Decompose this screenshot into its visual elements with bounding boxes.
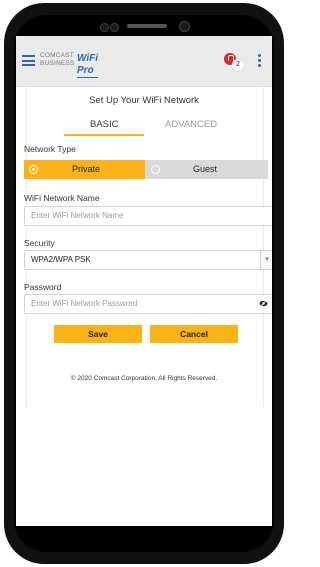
copyright-footer: © 2020 Comcast Corporation. All Rights R… xyxy=(70,375,218,382)
network-type-private-option[interactable]: Private xyxy=(24,160,145,179)
password-input[interactable]: Enter WiFi Network Password xyxy=(24,294,272,314)
tab-basic[interactable]: BASIC xyxy=(90,119,119,130)
radio-unselected-icon xyxy=(151,165,160,174)
speaker-grille xyxy=(127,24,167,28)
content-card xyxy=(26,87,264,407)
private-option-label: Private xyxy=(72,164,101,174)
app-screen: COMCAST BUSINESS WiFi Pro 2 Set Up Your … xyxy=(16,36,272,526)
chevron-down-icon[interactable]: ▾ xyxy=(260,250,272,270)
brand-business-text: BUSINESS xyxy=(40,60,75,67)
radio-selected-icon xyxy=(29,165,38,174)
wifi-name-input[interactable]: Enter WiFi Network Name xyxy=(24,206,272,226)
security-selected-value: WPA2/WPA PSK xyxy=(31,255,91,264)
app-header: COMCAST BUSINESS WiFi Pro 2 xyxy=(16,36,272,87)
camera-icon xyxy=(179,21,190,32)
page-title: Set Up Your WiFi Network xyxy=(89,95,199,106)
more-vertical-icon[interactable] xyxy=(258,54,261,69)
save-button[interactable]: Save xyxy=(54,325,142,343)
brand-comcast-text: COMCAST xyxy=(40,52,74,59)
sensor-icon xyxy=(100,23,109,32)
security-select[interactable]: WPA2/WPA PSK ▾ xyxy=(24,250,272,270)
eye-hidden-icon[interactable] xyxy=(259,300,268,307)
wifi-name-label: WiFi Network Name xyxy=(24,193,100,203)
network-type-label: Network Type xyxy=(24,144,76,154)
password-placeholder: Enter WiFi Network Password xyxy=(31,299,138,308)
brand-logo: COMCAST BUSINESS WiFi Pro xyxy=(40,52,99,78)
network-type-toggle: Private Guest xyxy=(24,160,268,179)
brand-product-text: WiFi Pro xyxy=(77,53,99,78)
guest-option-label: Guest xyxy=(193,164,218,174)
password-label: Password xyxy=(24,282,62,292)
menu-icon[interactable] xyxy=(22,55,35,66)
sensor-icon xyxy=(110,23,119,32)
security-label: Security xyxy=(24,238,55,248)
network-type-guest-option[interactable]: Guest xyxy=(145,160,268,179)
notification-count-badge: 2 xyxy=(232,59,244,71)
tab-advanced[interactable]: ADVANCED xyxy=(165,119,217,130)
active-tab-indicator xyxy=(64,134,144,136)
cancel-button[interactable]: Cancel xyxy=(150,325,238,343)
